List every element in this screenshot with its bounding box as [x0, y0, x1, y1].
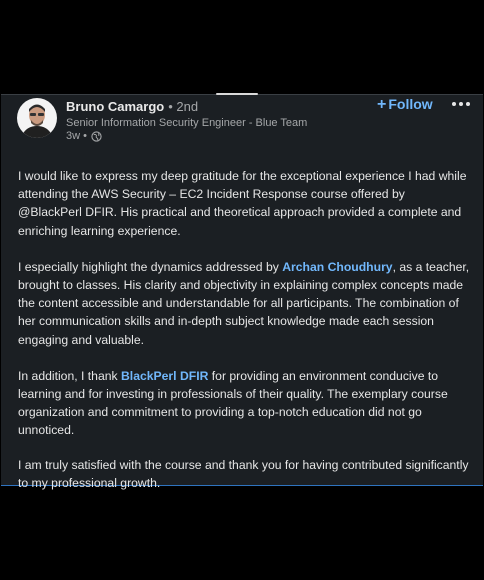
paragraph-text: In addition, I thank [18, 368, 121, 383]
author-name[interactable]: Bruno Camargo • 2nd [66, 99, 198, 114]
follow-button[interactable]: + Follow [377, 96, 433, 114]
post-paragraph: I especially highlight the dynamics addr… [18, 258, 470, 349]
mention-link[interactable]: BlackPerl DFIR [121, 369, 208, 383]
post-body: I would like to express my deep gratitud… [18, 167, 470, 510]
post-time: 3w • [66, 130, 87, 142]
avatar[interactable] [17, 98, 57, 138]
author-headline: Senior Information Security Engineer - B… [66, 117, 308, 129]
paragraph-text: I especially highlight the dynamics addr… [18, 259, 283, 274]
scroll-indicator [216, 93, 258, 95]
post-paragraph: In addition, I thank BlackPerl DFIR for … [18, 367, 470, 440]
connection-degree: • 2nd [168, 99, 199, 114]
post-meta: 3w • [66, 130, 102, 142]
avatar-image [17, 98, 57, 138]
post-paragraph: I would like to express my deep gratitud… [18, 169, 467, 238]
post-card: Bruno Camargo • 2nd Senior Information Se… [1, 93, 483, 490]
plus-icon: + [377, 96, 387, 113]
mention-link[interactable]: Archan Choudhury [282, 260, 392, 274]
more-options-button[interactable] [449, 95, 473, 113]
follow-label: Follow [388, 96, 433, 112]
more-horizontal-icon [452, 102, 470, 106]
author-name-text[interactable]: Bruno Camargo [66, 99, 164, 114]
post-paragraph: I am truly satisfied with the course and… [18, 457, 469, 490]
globe-icon [91, 130, 102, 142]
